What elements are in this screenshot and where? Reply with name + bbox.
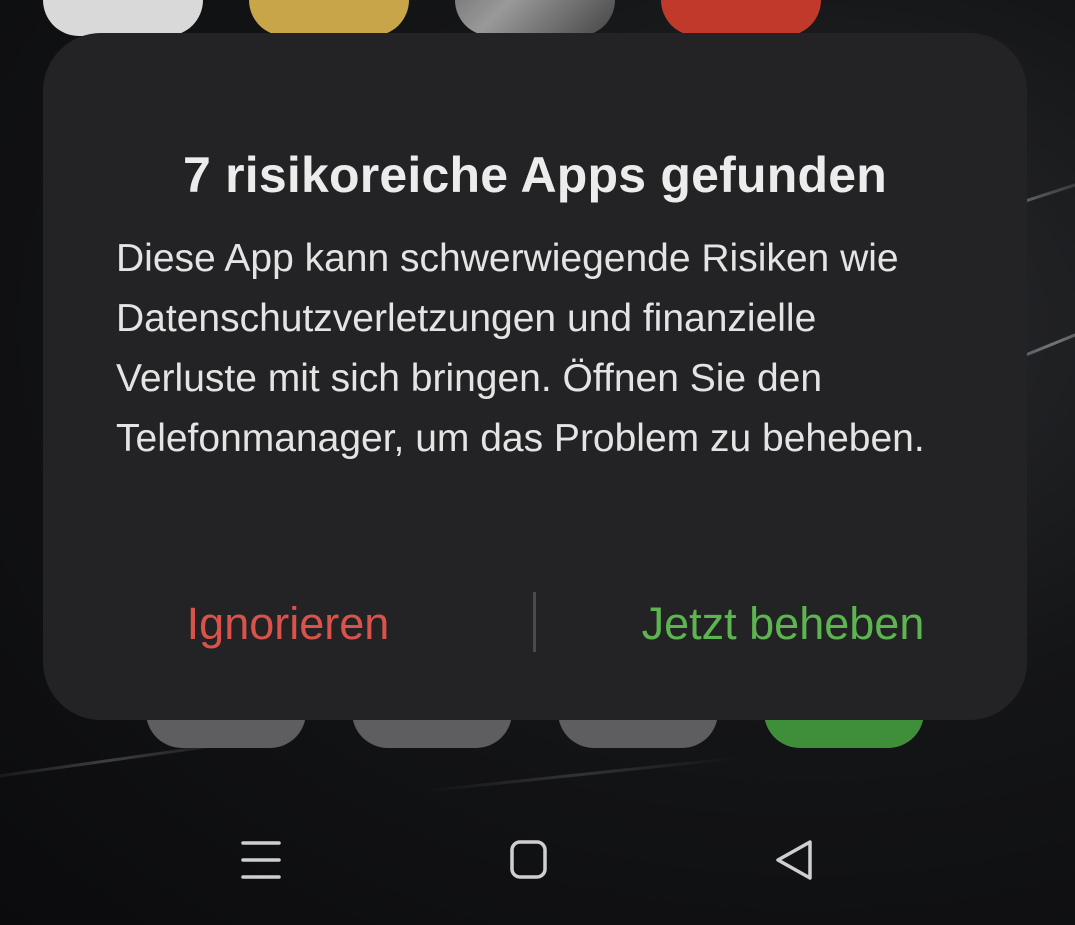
navigation-bar [0,800,1075,925]
dialog-message: Diese App kann schwerwiegende Risiken wi… [116,237,925,460]
app-icon[interactable] [455,0,615,36]
app-icon[interactable] [661,0,821,36]
home-screen: 7 risikoreiche Apps gefunden Diese App k… [0,0,1075,925]
ignore-button[interactable]: Ignorieren [83,591,493,657]
fix-now-button[interactable]: Jetzt beheben [583,591,983,657]
wallpaper-streak [419,756,739,793]
risk-alert-dialog: 7 risikoreiche Apps gefunden Diese App k… [43,33,1027,720]
home-icon[interactable] [498,836,558,884]
dialog-title: 7 risikoreiche Apps gefunden [183,147,887,203]
back-icon[interactable] [764,836,824,884]
app-icon[interactable] [43,0,203,36]
button-divider [533,592,536,652]
menu-icon[interactable] [231,836,291,884]
app-icon[interactable] [249,0,409,36]
